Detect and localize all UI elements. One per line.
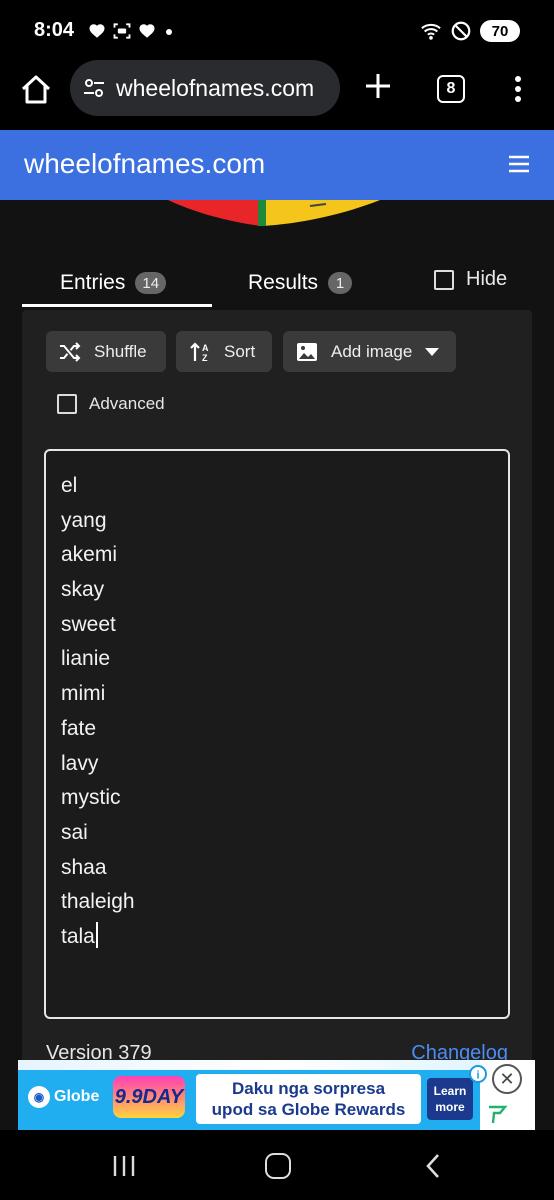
battery-level: 70 xyxy=(491,22,509,40)
entry-line: skay xyxy=(61,578,105,602)
ad-feedback-icon[interactable] xyxy=(486,1104,508,1126)
tab-switcher-button[interactable]: 8 xyxy=(437,75,465,103)
hide-toggle[interactable]: Hide xyxy=(434,268,507,291)
site-header: wheelofnames.com xyxy=(0,130,554,200)
recent-apps-icon[interactable] xyxy=(112,1155,136,1177)
back-icon[interactable] xyxy=(425,1153,441,1179)
ad-close-icon[interactable]: ✕ xyxy=(492,1064,522,1094)
learn-more-button[interactable]: Learn more xyxy=(427,1078,473,1120)
status-bar: 8:04 70 xyxy=(0,0,554,60)
sort-icon: AZ xyxy=(190,341,209,363)
page-content: Entries 14 Results 1 Hide Shuffle AZ Sor… xyxy=(0,200,554,1130)
site-settings-icon[interactable] xyxy=(82,76,106,100)
entries-tabs: Entries 14 Results 1 Hide xyxy=(22,260,532,308)
entry-line: akemi xyxy=(61,543,118,567)
home-nav-icon[interactable] xyxy=(265,1153,291,1179)
dot-icon xyxy=(166,29,172,35)
more-menu-icon[interactable] xyxy=(508,74,528,104)
text-cursor xyxy=(95,921,98,948)
wheel-graphic[interactable] xyxy=(0,200,554,230)
advanced-label: Advanced xyxy=(89,394,165,413)
entry-line: sweet xyxy=(61,612,116,636)
system-navigation-bar xyxy=(0,1130,554,1200)
status-time: 8:04 xyxy=(34,19,75,41)
new-tab-icon[interactable] xyxy=(362,70,394,102)
ad-headline: Daku nga sorpresa upod sa Globe Rewards xyxy=(196,1074,421,1124)
image-icon xyxy=(297,342,317,361)
ad-brand: Globe xyxy=(54,1088,100,1105)
cta-line2: more xyxy=(435,1100,465,1114)
entry-line: el xyxy=(61,474,78,497)
entry-line: sai xyxy=(61,820,88,844)
entry-line: thaleigh xyxy=(61,890,135,914)
globe-logo-icon: ◉ xyxy=(28,1086,50,1108)
shuffle-button[interactable]: Shuffle xyxy=(46,331,166,372)
hide-label: Hide xyxy=(466,268,508,290)
add-image-button[interactable]: Add image xyxy=(283,331,456,372)
tab-entries-label: Entries xyxy=(60,271,126,294)
entry-line: lianie xyxy=(61,647,111,671)
svg-text:A: A xyxy=(202,343,209,353)
dropdown-arrow-icon[interactable] xyxy=(424,347,440,357)
ad-decoration xyxy=(18,1060,535,1070)
wifi-icon xyxy=(421,23,441,40)
tab-count: 8 xyxy=(446,80,456,97)
sort-button[interactable]: AZ Sort xyxy=(176,331,272,372)
shuffle-icon xyxy=(60,341,81,362)
svg-text:Z: Z xyxy=(202,353,208,363)
entry-line: fate xyxy=(61,716,97,740)
entry-line: yang xyxy=(61,508,107,532)
sort-label: Sort xyxy=(224,341,256,361)
do-not-disturb-icon xyxy=(451,21,471,41)
tab-results-label: Results xyxy=(248,271,319,294)
ad-banner[interactable]: ◉ Globe 9.9DAY Daku nga sorpresa upod sa… xyxy=(18,1060,535,1130)
ad-headline-line2: upod sa Globe Rewards xyxy=(211,1100,406,1119)
entries-count-badge: 14 xyxy=(135,272,167,294)
advanced-toggle[interactable]: Advanced xyxy=(57,394,165,414)
tab-results[interactable]: Results 1 xyxy=(248,260,353,306)
cta-line1: Learn xyxy=(433,1084,467,1098)
globe-logo: ◉ Globe xyxy=(28,1086,99,1108)
ad-info-icon[interactable]: i xyxy=(468,1064,488,1084)
entry-line: tala xyxy=(61,924,95,948)
entry-line: mystic xyxy=(61,786,121,810)
home-icon[interactable] xyxy=(18,72,54,108)
screenshot-icon xyxy=(113,23,131,39)
shuffle-label: Shuffle xyxy=(94,341,147,361)
address-bar[interactable]: wheelofnames.com xyxy=(70,60,340,116)
advanced-checkbox[interactable] xyxy=(57,394,77,414)
battery-icon: 70 xyxy=(480,20,520,42)
active-tab-indicator xyxy=(22,304,212,307)
entries-textarea[interactable]: el yang akemi skay sweet lianie mimi fat… xyxy=(44,449,510,1019)
hide-checkbox[interactable] xyxy=(434,269,454,290)
heart-icon xyxy=(139,24,155,38)
add-image-label: Add image xyxy=(331,341,413,361)
heart-icon xyxy=(89,24,105,38)
entry-line-active: tala xyxy=(61,920,508,955)
results-count-badge: 1 xyxy=(328,272,353,294)
hamburger-menu-icon[interactable] xyxy=(508,154,530,174)
entries-panel: Shuffle AZ Sort Add image Advanced el ya… xyxy=(22,310,532,1130)
system-icons: 70 xyxy=(420,20,520,42)
ad-headline-line1: Daku nga sorpresa xyxy=(231,1079,386,1098)
entry-line: shaa xyxy=(61,855,107,879)
promo-badge: 9.9DAY xyxy=(113,1076,185,1118)
tab-entries[interactable]: Entries 14 xyxy=(60,260,167,306)
entry-line: mimi xyxy=(61,682,106,706)
browser-toolbar: wheelofnames.com 8 xyxy=(0,60,554,130)
notification-icons xyxy=(88,21,176,41)
svg-text:i: i xyxy=(476,1070,479,1082)
url-text: wheelofnames.com xyxy=(116,74,315,101)
entry-line: lavy xyxy=(61,751,99,775)
site-title[interactable]: wheelofnames.com xyxy=(24,148,265,180)
